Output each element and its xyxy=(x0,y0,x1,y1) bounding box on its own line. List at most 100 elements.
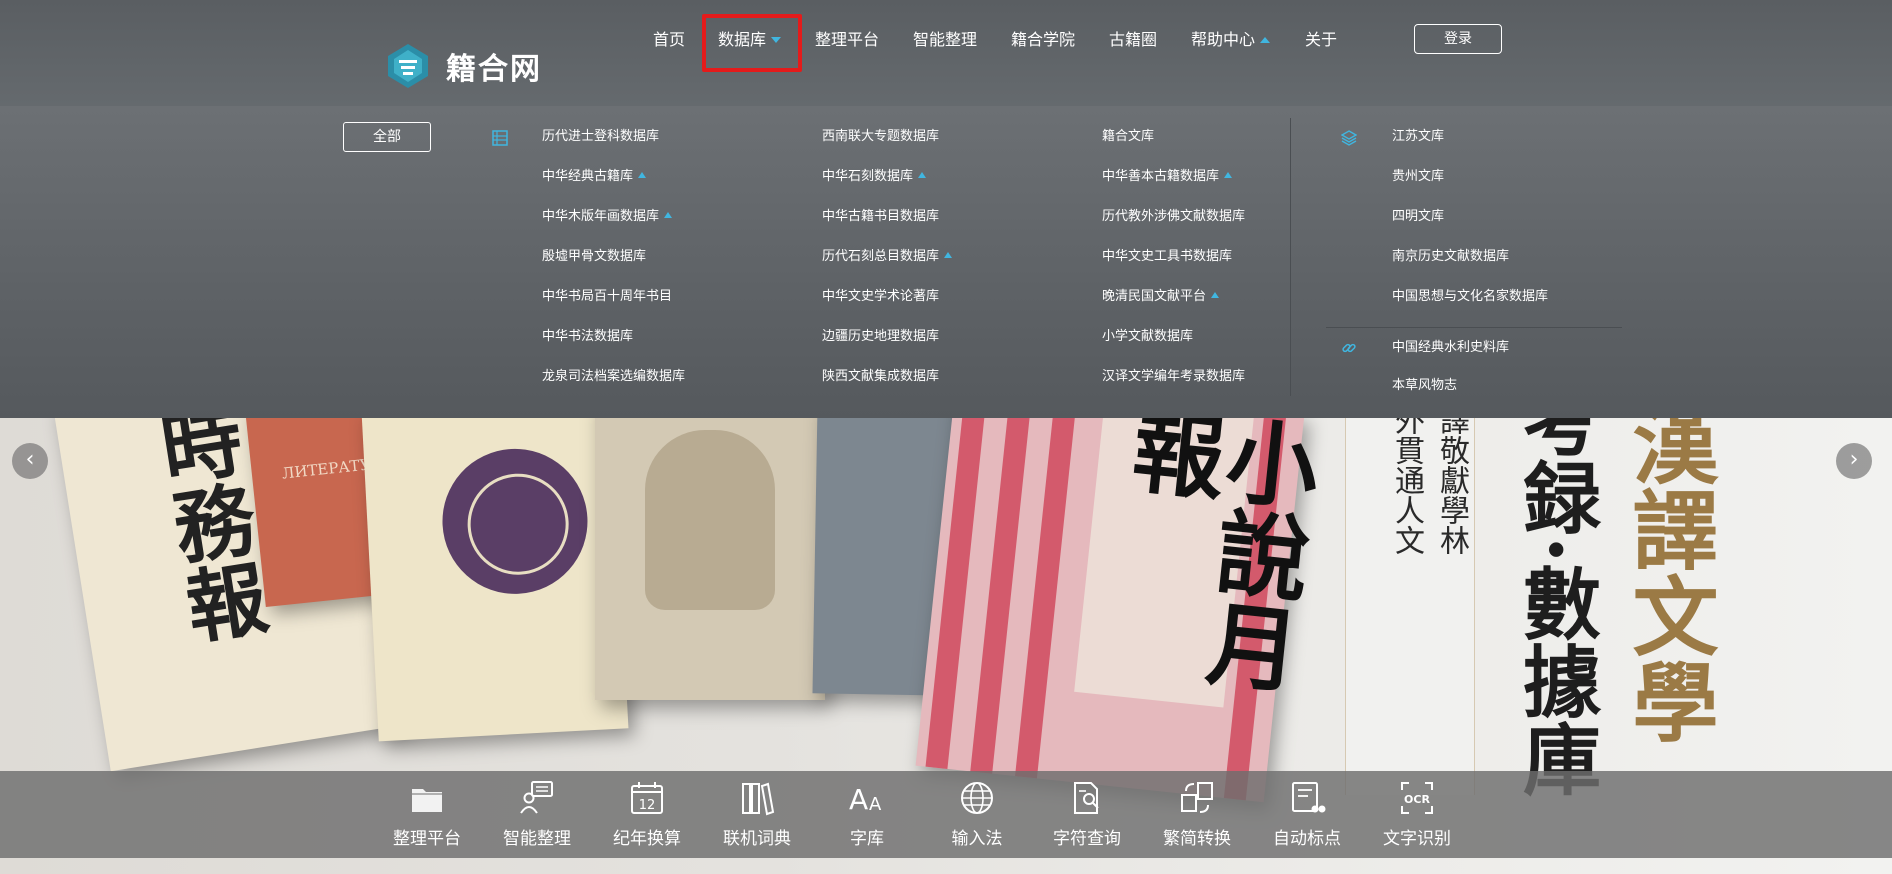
dropdown-column-2: 西南联大专题数据库 中华石刻数据库 中华古籍书目数据库 历代石刻总目数据库 中华… xyxy=(822,127,953,407)
tool-dictionary[interactable]: 联机词典 xyxy=(711,779,803,855)
db-link-shike-zongmu[interactable]: 历代石刻总目数据库 xyxy=(822,247,953,287)
document-search-icon xyxy=(1074,782,1099,814)
globe-icon xyxy=(961,782,993,814)
db-link-gongjushu[interactable]: 中华文史工具书数据库 xyxy=(1102,247,1245,287)
hero-title-black: 考録·數據庫 xyxy=(1510,380,1601,798)
db-link-label: 历代教外涉佛文献数据库 xyxy=(1102,209,1246,224)
db-link-shanben[interactable]: 中华善本古籍数据库 xyxy=(1102,167,1245,207)
tool-smart[interactable]: 智能整理 xyxy=(491,779,583,855)
calendar-icon-text: 12 xyxy=(639,798,656,813)
db-link-shufa[interactable]: 中华书法数据库 xyxy=(542,327,685,367)
main-nav: 首页 数据库 整理平台 智能整理 籍合学院 古籍圈 帮助中心 关于 xyxy=(0,0,1892,84)
db-link-label: 晚清民国文献平台 xyxy=(1102,289,1207,304)
dropdown-divider-horizontal xyxy=(1326,327,1622,328)
db-link-sixiang[interactable]: 中国思想与文化名家数据库 xyxy=(1392,287,1548,327)
db-link-shaanxi[interactable]: 陕西文献集成数据库 xyxy=(822,367,952,407)
ocr-icon: OCR xyxy=(1401,782,1433,814)
books-icon xyxy=(742,782,775,816)
category-all-button[interactable]: 全部 xyxy=(343,122,431,152)
nav-academy[interactable]: 籍合学院 xyxy=(1011,29,1075,51)
db-link-nanjing[interactable]: 南京历史文献数据库 xyxy=(1392,247,1548,287)
db-link-label: 中华经典古籍库 xyxy=(542,169,634,184)
login-button[interactable]: 登录 xyxy=(1414,24,1502,54)
carousel-next-button[interactable]: › xyxy=(1836,443,1872,479)
dropdown-column-3: 籍合文库 中华善本古籍数据库 历代教外涉佛文献数据库 中华文史工具书数据库 晚清… xyxy=(1102,127,1245,407)
nav-guji-circle[interactable]: 古籍圈 xyxy=(1109,29,1157,51)
nav-about[interactable]: 关于 xyxy=(1305,29,1337,51)
db-link-guizhou[interactable]: 贵州文库 xyxy=(1392,167,1548,207)
nav-platform-label: 整理平台 xyxy=(815,30,880,49)
db-link-shefo[interactable]: 历代教外涉佛文献数据库 xyxy=(1102,207,1245,247)
db-link-label: 江苏文库 xyxy=(1392,129,1445,144)
db-link-xiaoxue[interactable]: 小学文献数据库 xyxy=(1102,327,1245,367)
tool-input-method[interactable]: 输入法 xyxy=(931,779,1023,855)
db-link-label: 中华书局百十周年书目 xyxy=(542,289,673,304)
db-link-jihe-wenku[interactable]: 籍合文库 xyxy=(1102,127,1245,167)
tool-font-label: 字库 xyxy=(850,829,884,849)
nav-academy-label: 籍合学院 xyxy=(1011,30,1076,49)
tool-calendar[interactable]: 12 纪年换算 xyxy=(601,779,693,855)
db-link-label: 中华石刻数据库 xyxy=(822,169,914,184)
triangle-up-icon xyxy=(1211,292,1220,298)
tool-font[interactable]: A A 字库 xyxy=(821,779,913,855)
font-icon-text-small: A xyxy=(869,794,882,815)
tool-char-query-label: 字符查询 xyxy=(1053,829,1121,849)
db-link-bencao[interactable]: 本草风物志 xyxy=(1392,376,1509,416)
chevron-down-icon xyxy=(771,37,782,43)
hero-paper-strip: 外貫通人文 譯敬獻學林 xyxy=(1345,395,1475,795)
triangle-up-icon xyxy=(664,212,673,218)
tool-platform[interactable]: 整理平台 xyxy=(381,779,473,855)
font-icon-text-large: A xyxy=(849,783,868,816)
db-link-siming[interactable]: 四明文库 xyxy=(1392,207,1548,247)
db-link-lianda[interactable]: 西南联大专题数据库 xyxy=(822,127,952,167)
db-link-guji-shumu[interactable]: 中华古籍书目数据库 xyxy=(822,207,952,247)
db-link-jiangsu[interactable]: 江苏文库 xyxy=(1392,127,1548,167)
tool-char-query[interactable]: 字符查询 xyxy=(1041,779,1133,855)
carousel-prev-button[interactable]: ‹ xyxy=(12,443,48,479)
tool-convert-label: 繁简转换 xyxy=(1163,829,1231,849)
db-link-hanyi[interactable]: 汉译文学编年考录数据库 xyxy=(1102,367,1245,407)
db-link-label: 中华文史工具书数据库 xyxy=(1102,249,1233,264)
tool-convert[interactable]: 繁简转换 xyxy=(1151,779,1243,855)
nav-help[interactable]: 帮助中心 xyxy=(1191,29,1271,51)
triangle-up-icon xyxy=(918,172,927,178)
db-link-label: 南京历史文献数据库 xyxy=(1392,249,1510,264)
db-link-label: 小学文献数据库 xyxy=(1102,329,1194,344)
db-link-shike[interactable]: 中华石刻数据库 xyxy=(822,167,952,207)
db-link-jiagu[interactable]: 殷墟甲骨文数据库 xyxy=(542,247,685,287)
dropdown-divider-vertical xyxy=(1290,118,1291,396)
db-link-label: 中华书法数据库 xyxy=(542,329,634,344)
tool-ocr[interactable]: OCR 文字识别 xyxy=(1371,779,1463,855)
magazine-xiaoshuoyuebao-title: 小說月報 xyxy=(1113,400,1324,696)
db-link-nianhua[interactable]: 中华木版年画数据库 xyxy=(542,207,685,247)
db-link-shuili[interactable]: 中国经典水利史料库 xyxy=(1392,338,1509,376)
nav-database-label: 数据库 xyxy=(718,30,767,49)
tool-punctuation[interactable]: 自动标点 xyxy=(1261,779,1353,855)
db-link-shumu110[interactable]: 中华书局百十周年书目 xyxy=(542,287,685,327)
db-link-label: 四明文库 xyxy=(1392,209,1445,224)
tool-dictionary-label: 联机词典 xyxy=(723,829,791,849)
db-link-lunzhu[interactable]: 中华文史学术论著库 xyxy=(822,287,952,327)
nav-smart[interactable]: 智能整理 xyxy=(913,29,977,51)
db-link-label: 本草风物志 xyxy=(1392,378,1458,393)
db-link-wanqing[interactable]: 晚清民国文献平台 xyxy=(1102,287,1245,327)
tools-bar: 整理平台 智能整理 12 纪年换算 联机词典 A A 字库 输入法 字符查询 繁… xyxy=(0,771,1892,858)
db-link-label: 西南联大专题数据库 xyxy=(822,129,940,144)
magazine-red-text: ЛИТЕРАТУ xyxy=(281,455,372,483)
nav-home[interactable]: 首页 xyxy=(653,29,685,51)
db-link-label: 中国经典水利史料库 xyxy=(1392,340,1510,355)
tool-platform-label: 整理平台 xyxy=(393,829,461,849)
nav-platform[interactable]: 整理平台 xyxy=(815,29,879,51)
db-link-jinshi[interactable]: 历代进士登科数据库 xyxy=(542,127,685,167)
nav-about-label: 关于 xyxy=(1305,30,1338,49)
db-link-bianjiang[interactable]: 边疆历史地理数据库 xyxy=(822,327,952,367)
db-link-longquan[interactable]: 龙泉司法档案选编数据库 xyxy=(542,367,685,407)
nav-database[interactable]: 数据库 xyxy=(718,29,782,51)
nav-smart-label: 智能整理 xyxy=(913,30,978,49)
db-link-jingdian[interactable]: 中华经典古籍库 xyxy=(542,167,685,207)
magazine-xinqingnian-image xyxy=(361,398,629,742)
db-link-label: 历代石刻总目数据库 xyxy=(822,249,940,264)
db-link-label: 中国思想与文化名家数据库 xyxy=(1392,289,1549,304)
triangle-up-icon xyxy=(1224,172,1233,178)
db-link-label: 殷墟甲骨文数据库 xyxy=(542,249,647,264)
